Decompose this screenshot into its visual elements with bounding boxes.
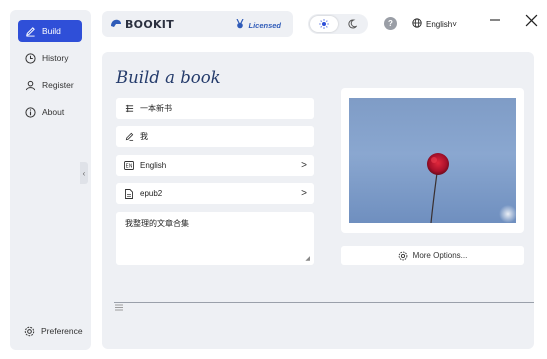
logo-icon — [110, 15, 122, 33]
book-title-icon — [124, 104, 134, 114]
log-divider — [114, 302, 534, 303]
language-label: English — [426, 19, 453, 29]
medal-icon — [236, 18, 245, 31]
author-pen-icon — [124, 132, 134, 142]
logo-text: BOOKIT — [125, 17, 175, 31]
chevron-right-icon: > — [301, 160, 307, 171]
chevron-down-icon: ˅ — [452, 19, 457, 29]
language-field[interactable]: EN English > — [116, 155, 314, 176]
sidebar-item-label: Register — [42, 80, 74, 90]
clock-icon — [24, 52, 36, 64]
sidebar-item-label: Build — [42, 26, 61, 36]
gear-icon — [398, 251, 408, 261]
book-title-field[interactable]: 一本新书 — [116, 98, 314, 119]
sidebar-item-label: About — [42, 107, 65, 117]
light-theme-option[interactable] — [310, 16, 338, 32]
page-title: Build a book — [116, 68, 221, 87]
file-format-icon — [124, 188, 134, 199]
theme-toggle[interactable] — [308, 14, 368, 34]
log-lines-icon[interactable] — [115, 304, 123, 313]
sidebar-item-build[interactable]: Build — [18, 20, 82, 42]
language-icon: EN — [124, 161, 134, 171]
sidebar: Build History Register About Preference — [10, 10, 91, 350]
description-value: 我整理的文章合集 — [125, 219, 189, 228]
close-icon — [525, 14, 537, 26]
pencil-icon — [24, 25, 36, 37]
sidebar-item-label: History — [42, 53, 69, 63]
book-title-value: 一本新书 — [140, 104, 172, 113]
more-options-label: More Options... — [412, 251, 468, 260]
language-selector[interactable]: English ˅ — [412, 18, 457, 30]
format-field[interactable]: epub2 > — [116, 183, 314, 204]
close-button[interactable] — [523, 12, 539, 28]
dark-theme-option[interactable] — [338, 16, 366, 32]
sidebar-item-preference[interactable]: Preference — [18, 320, 83, 342]
sidebar-collapse-handle[interactable]: ‹ — [80, 162, 88, 184]
build-panel: Build a book 一本新书 我 EN English > epub2 >… — [102, 52, 534, 349]
sidebar-item-history[interactable]: History — [18, 47, 82, 69]
licensed-badge: Licensed — [236, 18, 281, 31]
help-button[interactable]: ? — [384, 17, 397, 30]
cover-image — [349, 98, 516, 223]
resize-grip-icon[interactable]: ◢ — [305, 255, 310, 262]
chevron-right-icon: > — [301, 188, 307, 199]
language-value: English — [140, 161, 167, 170]
minimize-button[interactable] — [487, 12, 503, 28]
svg-text:EN: EN — [126, 164, 133, 170]
user-icon — [24, 79, 36, 91]
info-icon — [24, 106, 36, 118]
sidebar-item-register[interactable]: Register — [18, 74, 82, 96]
more-options-button[interactable]: More Options... — [341, 246, 524, 265]
licensed-label: Licensed — [248, 20, 281, 30]
app-logo-bar: BOOKIT Licensed — [102, 11, 293, 37]
author-field[interactable]: 我 — [116, 126, 314, 147]
minimize-icon — [490, 19, 500, 21]
sidebar-item-about[interactable]: About — [18, 101, 82, 123]
sidebar-item-label: Preference — [41, 326, 83, 336]
format-value: epub2 — [140, 189, 163, 198]
sun-icon — [319, 19, 329, 29]
gear-icon — [24, 325, 35, 337]
cover-preview[interactable] — [341, 88, 524, 233]
moon-icon — [348, 19, 357, 29]
author-value: 我 — [140, 132, 148, 141]
description-textarea[interactable]: 我整理的文章合集 ◢ — [116, 212, 314, 265]
globe-icon — [412, 18, 422, 30]
